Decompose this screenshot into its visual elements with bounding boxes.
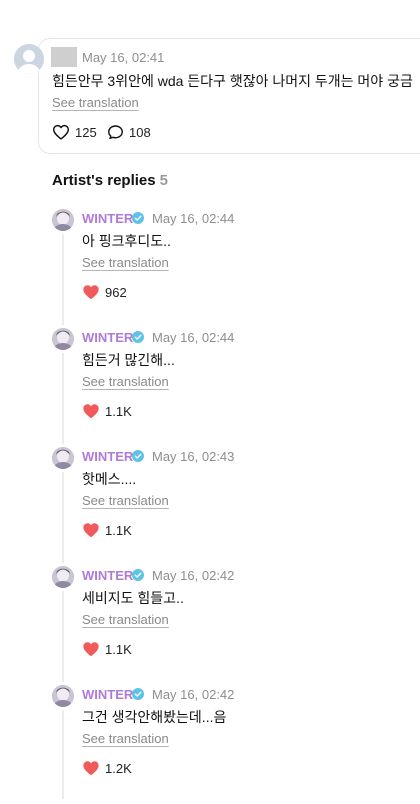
verified-badge-icon [132,688,144,700]
verified-badge-icon [132,450,144,462]
artist-avatar[interactable] [52,209,74,231]
reply-like-count: 962 [105,284,127,300]
reply-like-count: 1.1K [105,522,132,538]
heart-filled-icon [83,285,99,300]
artist-name[interactable]: WINTER [82,449,133,464]
reply-like-button[interactable]: 1.1K [82,403,132,419]
reply-text: 아 핑크후디도.. [82,233,171,249]
heart-outline-icon [53,124,70,140]
artist-reply: WINTER May 16, 02:44 힘든거 많긴해... See tran… [0,328,420,447]
artist-name[interactable]: WINTER [82,330,133,345]
verified-badge-icon [132,212,144,224]
post-author-avatar[interactable] [14,44,44,74]
reply-see-translation-link[interactable]: See translation [82,731,169,746]
artist-avatar[interactable] [52,447,74,469]
heart-filled-icon [83,642,99,657]
post-comment-button[interactable]: 108 [107,124,151,140]
post-comment-count: 108 [129,124,151,140]
reply-like-count: 1.1K [105,641,132,657]
artist-avatar[interactable] [52,328,74,350]
reply-timestamp: May 16, 02:44 [152,330,235,345]
artist-reply: WINTER May 16, 02:43 핫메스.... See transla… [0,447,420,566]
artist-reply: WINTER May 16, 02:42 세비지도 힘들고.. See tran… [0,566,420,685]
artist-replies-count: 5 [159,172,168,189]
artist-reply: WINTER May 16, 02:44 아 핑크후디도.. See trans… [0,209,420,328]
reply-like-button[interactable]: 962 [82,284,127,300]
speech-bubble-icon [108,125,123,140]
reply-timestamp: May 16, 02:42 [152,687,235,702]
heart-filled-icon [83,523,99,538]
reply-timestamp: May 16, 02:44 [152,211,235,226]
reply-like-count: 1.2K [105,760,132,776]
reply-text: 핫메스.... [82,471,137,487]
post-see-translation-link[interactable]: See translation [52,95,139,110]
reply-text: 세비지도 힘들고.. [82,590,184,606]
artist-avatar[interactable] [52,685,74,707]
artist-name[interactable]: WINTER [82,687,133,702]
heart-filled-icon [83,761,99,776]
reply-like-button[interactable]: 1.1K [82,522,132,538]
reply-like-button[interactable]: 1.2K [82,760,132,776]
post-text: 힘든안무 3위안에 wda 든다구 햇잖아 나머지 두개는 머야 궁금 [52,73,413,89]
reply-like-count: 1.1K [105,403,132,419]
reply-see-translation-link[interactable]: See translation [82,612,169,627]
reply-see-translation-link[interactable]: See translation [82,255,169,270]
artist-name[interactable]: WINTER [82,568,133,583]
artist-reply: WINTER May 16, 02:42 그건 생각안해봤는데...음 See … [0,685,420,804]
heart-filled-icon [83,404,99,419]
reply-see-translation-link[interactable]: See translation [82,493,169,508]
artist-replies-title: Artist's replies [52,172,156,189]
reply-timestamp: May 16, 02:42 [152,568,235,583]
artist-name[interactable]: WINTER [82,211,133,226]
artist-replies-header: Artist's replies 5 [52,172,168,189]
post-timestamp: May 16, 02:41 [82,50,165,65]
reply-text: 그건 생각안해봤는데...음 [82,709,227,725]
post-like-count: 125 [75,124,97,140]
reply-timestamp: May 16, 02:43 [152,449,235,464]
verified-badge-icon [132,569,144,581]
verified-badge-icon [132,331,144,343]
post-author-name-redacted [51,47,77,67]
reply-like-button[interactable]: 1.1K [82,641,132,657]
artist-avatar[interactable] [52,566,74,588]
reply-see-translation-link[interactable]: See translation [82,374,169,389]
reply-text: 힘든거 많긴해... [82,352,175,368]
post-like-button[interactable]: 125 [52,124,97,140]
